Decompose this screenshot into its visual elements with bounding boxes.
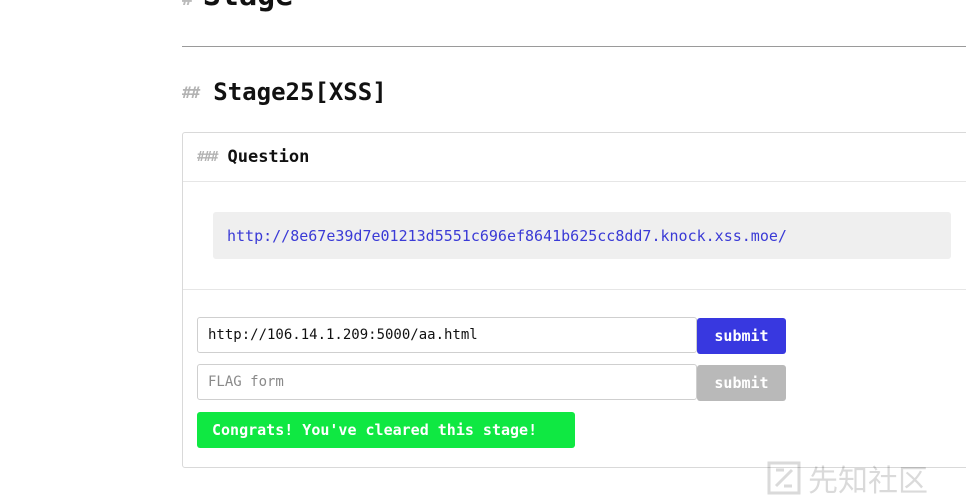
horizontal-rule <box>182 46 966 47</box>
flag-submit-button[interactable]: submit <box>697 365 786 401</box>
page: # Stage ## Stage25[XSS] ### Question http… <box>0 0 966 502</box>
heading-hash: # <box>182 0 193 10</box>
section-heading: ## Stage25[XSS] <box>182 78 387 106</box>
question-url-link[interactable]: http://8e67e39d7e01213d5551c696ef8641b62… <box>227 227 787 245</box>
section-title: Stage25[XSS] <box>213 78 387 106</box>
section-heading-hash: ## <box>182 82 200 102</box>
question-url-box: http://8e67e39d7e01213d5551c696ef8641b62… <box>213 212 951 259</box>
success-message: Congrats! You've cleared this stage! <box>197 412 575 448</box>
stage-heading: # Stage <box>182 0 293 13</box>
watermark-text: 先知社区 <box>808 464 928 499</box>
flag-input[interactable] <box>197 364 697 400</box>
url-input[interactable] <box>197 317 697 353</box>
stage-heading-text: Stage <box>203 0 293 13</box>
card-header: ### Question <box>183 133 966 182</box>
question-card: ### Question http://8e67e39d7e01213d5551… <box>182 132 966 468</box>
watermark: 先知社区 <box>766 454 966 502</box>
url-submit-button[interactable]: submit <box>697 318 786 354</box>
card-header-hash: ### <box>197 149 219 165</box>
watermark-logo-icon <box>767 461 801 495</box>
card-header-title: Question <box>227 147 310 167</box>
card-divider <box>183 289 966 290</box>
